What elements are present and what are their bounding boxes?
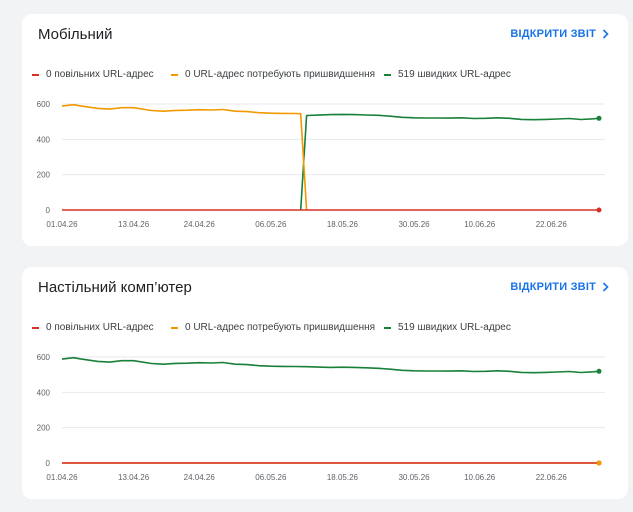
legend-item-fast[interactable]: 519 швидких URL-адрес xyxy=(384,322,511,333)
x-tick-label: 01.04.26 xyxy=(46,473,78,482)
legend-swatch xyxy=(171,73,178,76)
chevron-right-icon xyxy=(602,29,609,39)
desktop-chart: 0 200 400 600 01.04.26 13.04.26 24.04.26 06.05.… xyxy=(37,353,605,482)
legend-item-slow[interactable]: 0 повільних URL-адрес xyxy=(32,322,171,333)
legend-swatch xyxy=(384,326,391,329)
x-tick-label: 30.05.26 xyxy=(398,473,430,482)
chevron-right-icon xyxy=(602,282,609,292)
y-tick-label: 600 xyxy=(37,100,51,109)
mobile-open-report-label: ВІДКРИТИ ЗВІТ xyxy=(510,28,596,40)
desktop-card: Настільний комп’ютер ВІДКРИТИ ЗВІТ 0 пов… xyxy=(22,267,628,499)
mobile-open-report-button[interactable]: ВІДКРИТИ ЗВІТ xyxy=(510,28,610,40)
mobile-card: Мобільний ВІДКРИТИ ЗВІТ 0 повільних URL-… xyxy=(22,14,628,246)
y-tick-label: 200 xyxy=(37,424,51,433)
x-tick-label: 01.04.26 xyxy=(46,220,78,229)
x-tick-label: 24.04.26 xyxy=(184,473,216,482)
legend-label: 0 URL-адрес потребують пришвидшення xyxy=(185,69,376,80)
series-end-marker xyxy=(596,368,602,374)
series-end-marker xyxy=(596,460,602,466)
x-tick-label: 24.04.26 xyxy=(184,220,216,229)
x-tick-label: 18.05.26 xyxy=(327,220,359,229)
series-end-marker xyxy=(596,115,602,121)
x-tick-label: 30.05.26 xyxy=(398,220,430,229)
mobile-legend: 0 повільних URL-адрес 0 URL-адрес потреб… xyxy=(32,69,511,80)
series-end-marker xyxy=(596,207,602,213)
legend-swatch xyxy=(384,73,391,76)
legend-label: 0 URL-адрес потребують пришвидшення xyxy=(185,322,376,333)
legend-item-fast[interactable]: 519 швидких URL-адрес xyxy=(384,69,511,80)
legend-item-slow[interactable]: 0 повільних URL-адрес xyxy=(32,69,171,80)
x-tick-label: 10.06.26 xyxy=(464,473,496,482)
legend-label: 519 швидких URL-адрес xyxy=(398,69,511,80)
mobile-chart: 0 200 400 600 01.04.26 13.04.26 24.04.26 06.05.… xyxy=(37,100,605,229)
x-tick-label: 06.05.26 xyxy=(255,220,287,229)
y-tick-label: 0 xyxy=(46,459,51,468)
legend-label: 0 повільних URL-адрес xyxy=(46,69,154,80)
x-tick-label: 22.06.26 xyxy=(536,473,568,482)
desktop-card-title: Настільний комп’ютер xyxy=(38,279,192,296)
y-tick-label: 200 xyxy=(37,171,51,180)
series-line xyxy=(61,103,308,211)
y-tick-label: 0 xyxy=(46,206,51,215)
legend-item-needs-improvement[interactable]: 0 URL-адрес потребують пришвидшення xyxy=(171,322,384,333)
y-tick-label: 600 xyxy=(37,353,51,362)
series-line xyxy=(299,113,600,211)
series-line xyxy=(61,356,600,374)
legend-item-needs-improvement[interactable]: 0 URL-адрес потребують пришвидшення xyxy=(171,69,384,80)
y-tick-label: 400 xyxy=(37,388,51,397)
mobile-card-title: Мобільний xyxy=(38,26,113,43)
x-tick-label: 13.04.26 xyxy=(118,473,150,482)
legend-swatch xyxy=(171,326,178,329)
x-tick-label: 22.06.26 xyxy=(536,220,568,229)
desktop-legend: 0 повільних URL-адрес 0 URL-адрес потреб… xyxy=(32,322,511,333)
legend-swatch xyxy=(32,326,39,329)
x-tick-label: 13.04.26 xyxy=(118,220,150,229)
x-tick-label: 10.06.26 xyxy=(464,220,496,229)
legend-label: 0 повільних URL-адрес xyxy=(46,322,154,333)
legend-swatch xyxy=(32,73,39,76)
x-tick-label: 18.05.26 xyxy=(327,473,359,482)
x-tick-label: 06.05.26 xyxy=(255,473,287,482)
y-tick-label: 400 xyxy=(37,135,51,144)
desktop-open-report-label: ВІДКРИТИ ЗВІТ xyxy=(510,281,596,293)
desktop-open-report-button[interactable]: ВІДКРИТИ ЗВІТ xyxy=(510,281,610,293)
legend-label: 519 швидких URL-адрес xyxy=(398,322,511,333)
